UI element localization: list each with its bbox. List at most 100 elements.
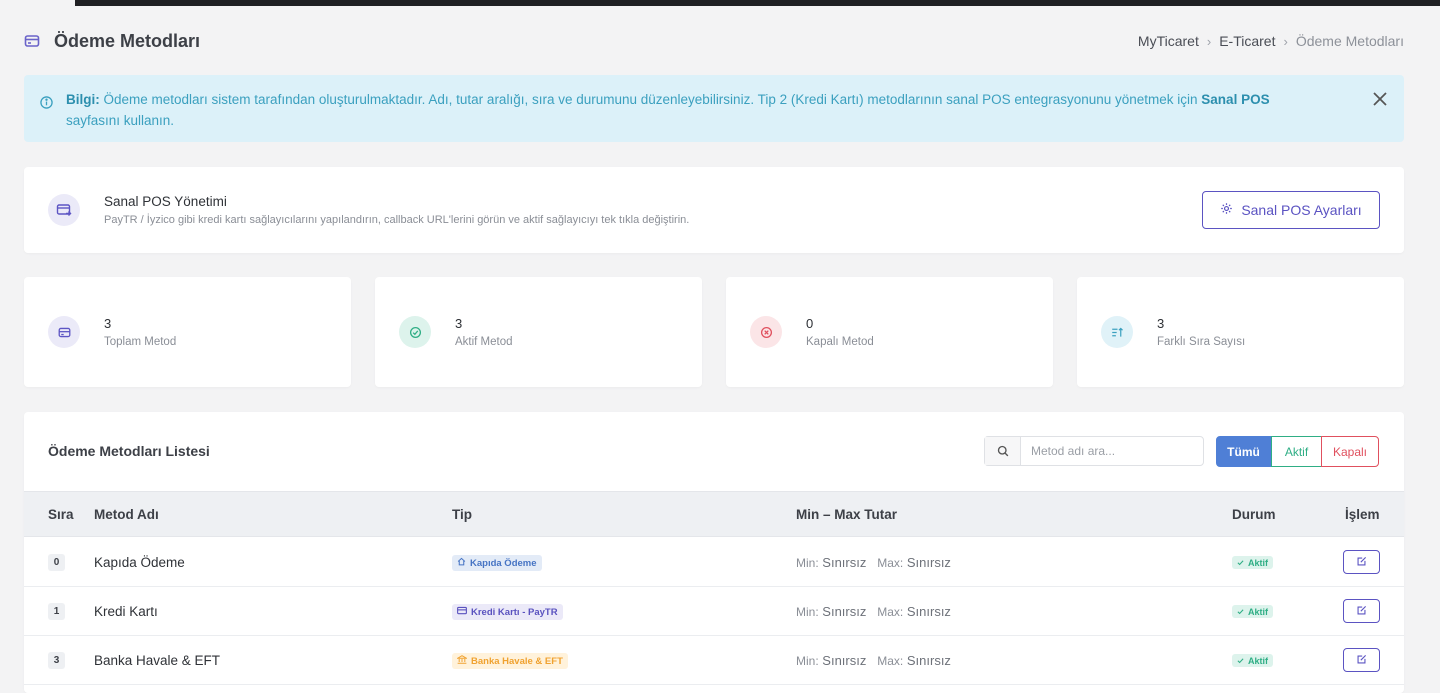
min-label: Min: [796, 654, 819, 668]
column-header-status[interactable]: Durum [1232, 507, 1276, 522]
column-header-amount[interactable]: Min – Max Tutar [796, 507, 897, 522]
stat-label: Toplam Metod [104, 336, 177, 348]
type-badge: Banka Havale & EFT [452, 653, 568, 669]
alert-link[interactable]: Sanal POS [1201, 92, 1269, 107]
filter-all-button[interactable]: Tümü [1216, 436, 1271, 467]
status-filter-group: Tümü Aktif Kapalı [1216, 436, 1379, 467]
edit-button[interactable] [1343, 648, 1380, 672]
max-value: Sınırsız [906, 653, 951, 668]
breadcrumb-myticaret[interactable]: MyTicaret [1138, 33, 1199, 49]
min-label: Min: [796, 605, 819, 619]
info-icon [40, 94, 53, 109]
edit-icon [1356, 604, 1367, 619]
max-value: Sınırsız [906, 555, 951, 570]
column-header-sira[interactable]: Sıra [48, 507, 74, 522]
sanal-pos-settings-label: Sanal POS Ayarları [1241, 202, 1362, 218]
card-icon [48, 316, 80, 348]
stat-card-active: 3 Aktif Metod [375, 277, 702, 387]
min-label: Min: [796, 556, 819, 570]
list-title: Ödeme Metodları Listesi [48, 443, 210, 459]
pos-subtitle: PayTR / İyzico gibi kredi kartı sağlayıc… [104, 214, 690, 226]
search-icon [985, 437, 1021, 465]
status-label: Aktif [1248, 557, 1268, 568]
table-row: 0 Kapıda Ödeme Kapıda Ödeme Min: Sınırsı… [24, 538, 1404, 587]
search-box [984, 436, 1204, 466]
max-label: Max: [877, 654, 904, 668]
type-label: Banka Havale & EFT [471, 655, 563, 667]
type-badge: Kredi Kartı - PayTR [452, 604, 563, 620]
type-label: Kredi Kartı - PayTR [471, 606, 558, 618]
method-name: Banka Havale & EFT [94, 653, 221, 668]
check-icon [1237, 607, 1244, 617]
bank-icon [455, 655, 469, 667]
amount-range: Min: Sınırsız Max: Sınırsız [796, 555, 951, 570]
min-value: Sınırsız [822, 604, 867, 619]
sira-badge: 0 [48, 554, 65, 571]
info-alert: Bilgi: Ödeme metodları sistem tarafından… [24, 75, 1404, 142]
column-header-action: İşlem [1345, 507, 1380, 522]
wallet-icon [24, 32, 42, 50]
top-bar [75, 0, 1440, 6]
alert-prefix: Bilgi: [66, 92, 100, 107]
filter-closed-button[interactable]: Kapalı [1321, 436, 1379, 467]
stat-card-order: 3 Farklı Sıra Sayısı [1077, 277, 1404, 387]
max-label: Max: [877, 556, 904, 570]
stat-card-total: 3 Toplam Metod [24, 277, 351, 387]
status-badge: Aktif [1232, 556, 1273, 569]
page-header: Ödeme Metodları MyTicaret › E-Ticaret › … [24, 29, 1404, 53]
stat-value: 0 [806, 316, 814, 331]
sira-badge: 3 [48, 652, 65, 669]
sira-badge: 1 [48, 603, 65, 620]
type-label: Kapıda Ödeme [470, 557, 537, 569]
method-name: Kapıda Ödeme [94, 555, 185, 570]
stat-value: 3 [104, 316, 112, 331]
x-circle-icon [750, 316, 782, 348]
home-icon [457, 557, 466, 569]
stat-label: Aktif Metod [455, 336, 513, 348]
stat-label: Farklı Sıra Sayısı [1157, 336, 1246, 348]
chevron-right-icon: › [1283, 33, 1288, 49]
alert-text: Ödeme metodları sistem tarafından oluştu… [99, 92, 1202, 107]
check-circle-icon [399, 316, 431, 348]
breadcrumb-eticaret[interactable]: E-Ticaret [1219, 33, 1275, 49]
search-input[interactable] [1021, 437, 1203, 465]
max-label: Max: [877, 605, 904, 619]
stat-value: 3 [455, 316, 463, 331]
min-value: Sınırsız [822, 653, 867, 668]
column-header-name[interactable]: Metod Adı [94, 507, 159, 522]
status-label: Aktif [1248, 655, 1268, 666]
page-title: Ödeme Metodları [54, 30, 201, 51]
gear-icon [1220, 202, 1233, 218]
filter-active-button[interactable]: Aktif [1271, 436, 1322, 467]
edit-button[interactable] [1343, 599, 1380, 623]
amount-range: Min: Sınırsız Max: Sınırsız [796, 653, 951, 668]
status-label: Aktif [1248, 606, 1268, 617]
pos-terminal-icon [48, 194, 80, 226]
credit-card-icon [457, 606, 467, 618]
stat-card-closed: 0 Kapalı Metod [726, 277, 1053, 387]
edit-icon [1356, 653, 1367, 668]
table-row: 1 Kredi Kartı Kredi Kartı - PayTR Min: S… [24, 587, 1404, 636]
table-header: Sıra Metod Adı Tip Min – Max Tutar Durum… [24, 491, 1404, 537]
max-value: Sınırsız [906, 604, 951, 619]
sort-icon [1101, 316, 1133, 348]
chevron-right-icon: › [1206, 33, 1212, 49]
min-value: Sınırsız [822, 555, 867, 570]
stat-value: 3 [1157, 316, 1165, 331]
breadcrumb: MyTicaret › E-Ticaret › Ödeme Metodları [1138, 33, 1404, 49]
breadcrumb-current: Ödeme Metodları [1295, 33, 1404, 49]
close-icon[interactable] [1370, 89, 1390, 109]
stat-label: Kapalı Metod [806, 336, 874, 348]
alert-suffix: sayfasını kullanın. [66, 113, 175, 128]
amount-range: Min: Sınırsız Max: Sınırsız [796, 604, 951, 619]
sanal-pos-settings-button[interactable]: Sanal POS Ayarları [1202, 191, 1380, 229]
check-icon [1237, 656, 1244, 666]
edit-button[interactable] [1343, 550, 1380, 574]
sanal-pos-card: Sanal POS Yönetimi PayTR / İyzico gibi k… [24, 167, 1404, 253]
check-icon [1237, 558, 1244, 568]
status-badge: Aktif [1232, 605, 1273, 618]
status-badge: Aktif [1232, 654, 1273, 667]
edit-icon [1356, 555, 1367, 570]
column-header-type[interactable]: Tip [452, 507, 472, 522]
payment-methods-list-card: Ödeme Metodları Listesi Tümü Aktif Kapal… [24, 412, 1404, 693]
